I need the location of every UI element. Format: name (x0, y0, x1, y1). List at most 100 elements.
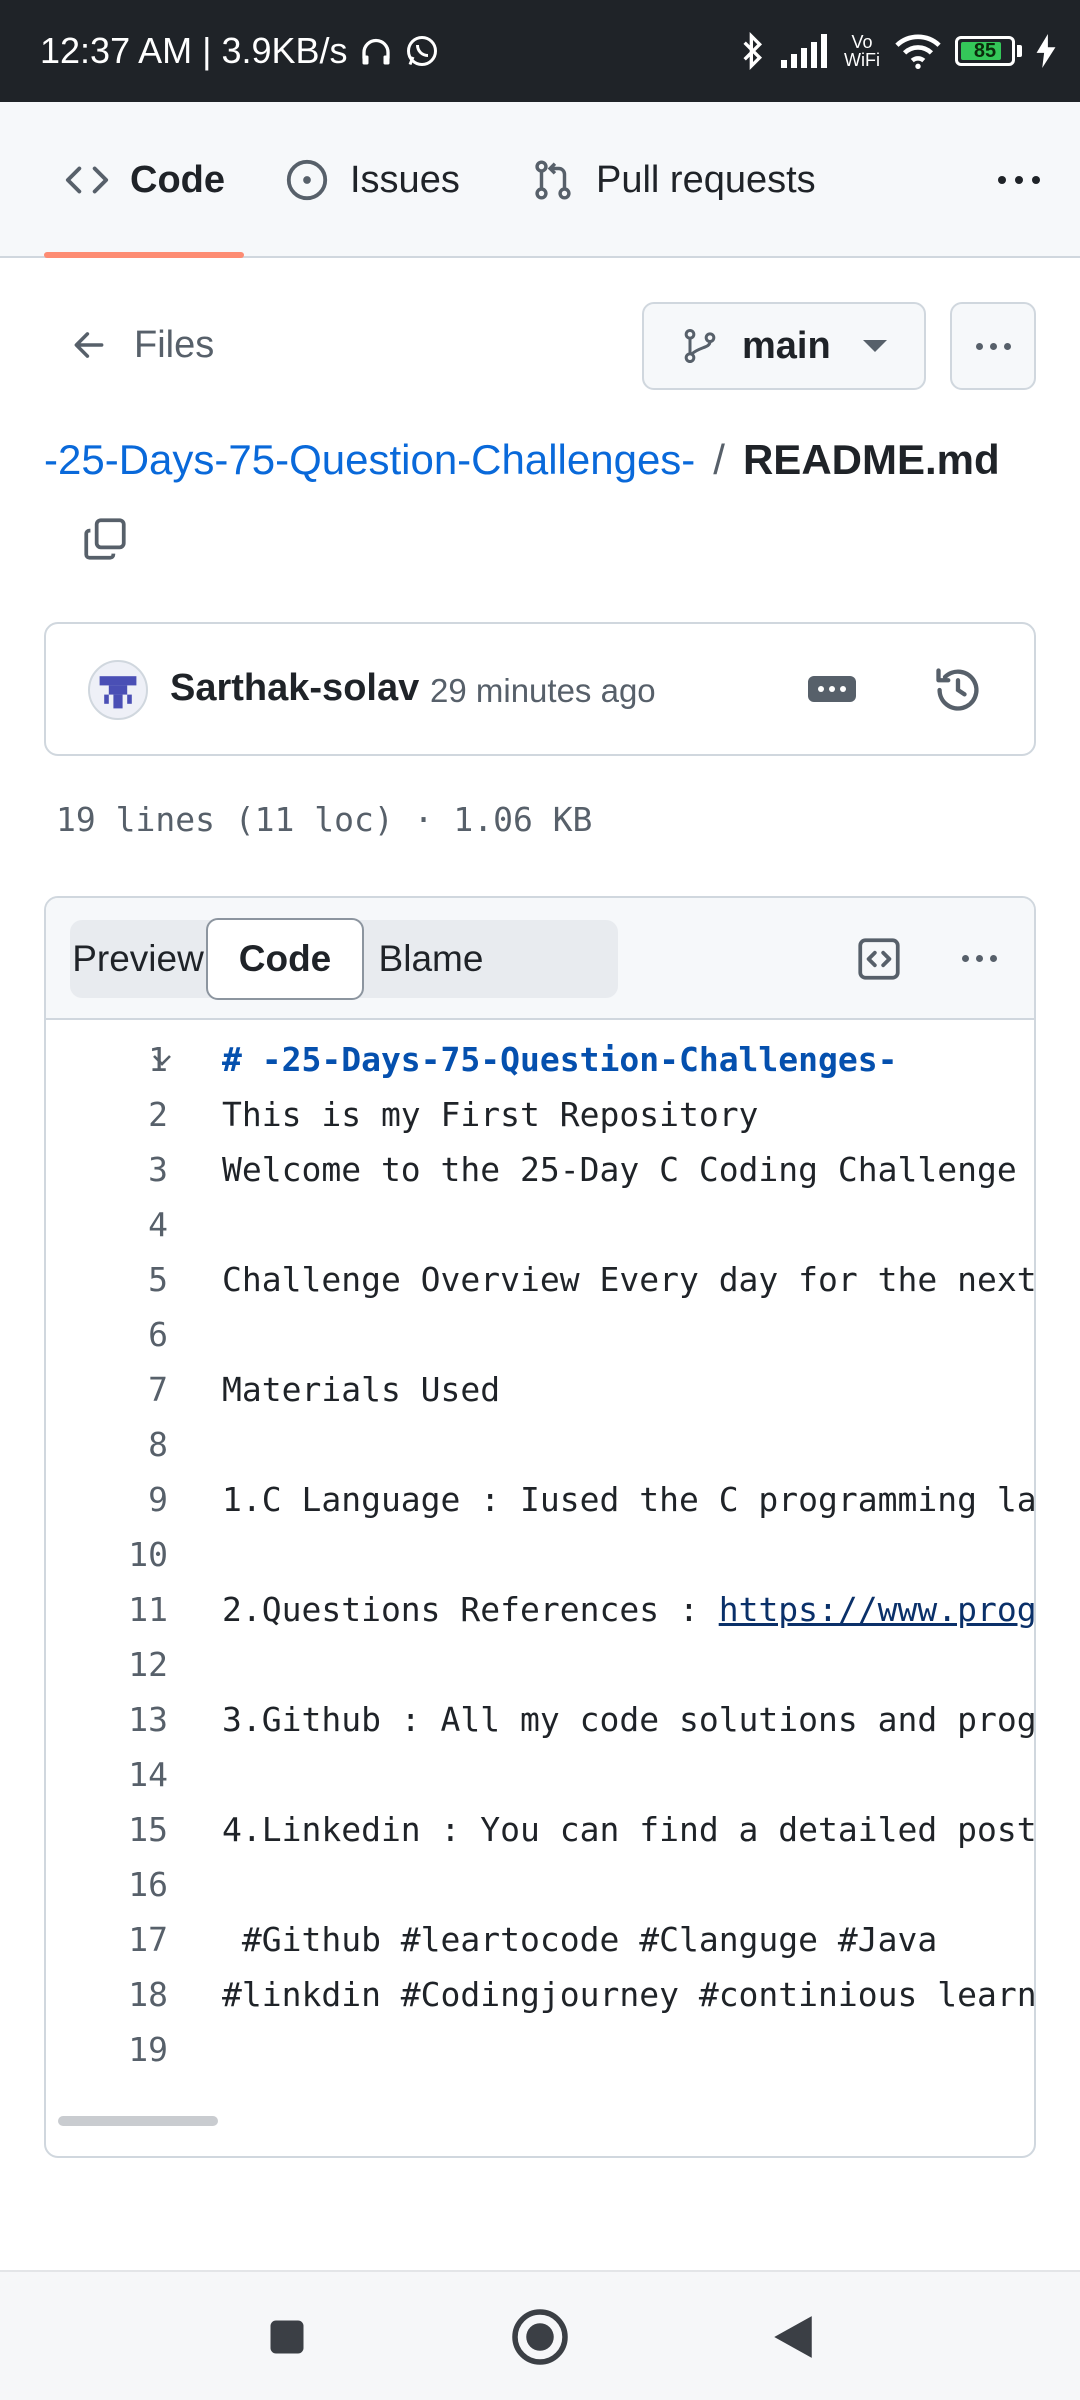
repo-tab-nav: Code Issues Pull requests (0, 102, 1080, 258)
back-button[interactable] (758, 2302, 828, 2372)
status-separator: | (202, 30, 212, 71)
files-label: Files (134, 323, 215, 366)
identicon-icon (99, 676, 137, 709)
tab-code[interactable]: Code (64, 102, 225, 258)
latest-commit-box: Sarthak-solav 29 minutes ago (44, 622, 1036, 756)
breadcrumb-file-name: README.md (742, 436, 1000, 483)
preview-mode-button[interactable]: Preview (70, 920, 206, 998)
triangle-back-icon (774, 2316, 812, 2358)
line-number[interactable]: 14 (88, 1747, 168, 1802)
code-line-prefix: 2.Questions References : (222, 1590, 719, 1629)
code-line: 18 #linkdin #Codingjourney #continious le… (46, 1967, 1036, 2022)
avatar[interactable] (88, 660, 148, 720)
breadcrumb-separator: / (713, 436, 725, 483)
code-icon (65, 166, 109, 194)
git-branch-icon (684, 329, 716, 364)
code-line-text: # -25-Days-75-Question-Challenges- (222, 1040, 898, 1079)
line-number[interactable]: 9 (88, 1472, 168, 1527)
line-number[interactable]: 11 (88, 1582, 168, 1637)
history-icon[interactable] (932, 664, 984, 716)
code-line: 12 (46, 1637, 1034, 1692)
pull-request-icon (535, 160, 571, 200)
code-line: 7 Materials Used (46, 1362, 1034, 1417)
code-line: 5 Challenge Overview Every day for the ne… (46, 1252, 1036, 1307)
square-icon (270, 2320, 304, 2354)
line-number[interactable]: 6 (88, 1307, 168, 1362)
code-line: 13 3.Github : All my code solutions and p… (46, 1692, 1036, 1747)
horizontal-scrollbar[interactable] (58, 2116, 218, 2126)
commit-message-toggle-button[interactable] (808, 676, 856, 702)
code-line-text: #Github #leartocode #Clanguge #Java (222, 1920, 938, 1959)
line-number[interactable]: 8 (88, 1417, 168, 1472)
code-mode-button[interactable]: Code (206, 918, 364, 1000)
code-line-text: This is my First Repository (222, 1095, 759, 1134)
line-number[interactable]: 18 (88, 1967, 168, 2022)
tab-issues[interactable]: Issues (284, 102, 460, 258)
kebab-dot (989, 342, 997, 350)
code-line-text: Challenge Overview Every day for the nex… (222, 1260, 1036, 1299)
signal-icon (781, 34, 827, 68)
line-number[interactable]: 5 (88, 1252, 168, 1307)
code-line-text: 2.Questions References : https://www.pro… (222, 1582, 1034, 1637)
raw-file-icon[interactable] (854, 934, 904, 984)
files-back-link[interactable]: Files (70, 300, 214, 390)
headphones-icon (361, 38, 390, 65)
code-line-text: 4.Linkedin : You can find a detailed pos… (222, 1810, 1036, 1849)
line-number[interactable]: 19 (88, 2022, 168, 2077)
whatsapp-icon (406, 36, 437, 66)
branch-name: main (742, 324, 831, 367)
kebab-dot (998, 176, 1006, 184)
line-number[interactable]: 12 (88, 1637, 168, 1692)
line-number[interactable]: 17 (88, 1912, 168, 1967)
code-line: 9 1.C Language : Iused the C programming … (46, 1472, 1036, 1527)
copy-path-icon[interactable] (80, 514, 130, 564)
code-line: 15 4.Linkedin : You can find a detailed p… (46, 1802, 1036, 1857)
status-time: 12:37 AM (40, 30, 193, 71)
code-line-text: 1.C Language : Iused the C programming l… (222, 1480, 1036, 1519)
line-number[interactable]: 16 (88, 1857, 168, 1912)
recents-button[interactable] (252, 2302, 322, 2372)
branch-selector-button[interactable]: main (642, 302, 926, 390)
line-number[interactable]: 13 (88, 1692, 168, 1747)
code-line-text: 3.Github : All my code solutions and pro… (222, 1700, 1036, 1739)
breadcrumb-repo-link[interactable]: -25-Days-75-Question-Challenges- (44, 436, 695, 484)
commit-author-link[interactable]: Sarthak-solav (170, 667, 419, 710)
line-number[interactable]: 4 (88, 1197, 168, 1252)
code-line: 14 (46, 1747, 1034, 1802)
code-url-link[interactable]: https://www.prog (719, 1590, 1034, 1629)
code-line: 6 (46, 1307, 1034, 1362)
status-bar: 12:37 AM | 3.9KB/s Vo WiFi 85 (0, 0, 1080, 102)
home-button[interactable] (505, 2302, 575, 2372)
kebab-dot (1003, 342, 1011, 350)
battery-level: 85 (973, 39, 997, 62)
line-number[interactable]: 10 (88, 1527, 168, 1582)
line-number[interactable]: 15 (88, 1802, 168, 1857)
tab-issues-label: Issues (350, 158, 460, 201)
file-viewer: Preview Code Blame 1 # -25-Days-75-Questi… (44, 896, 1036, 2158)
tab-code-label: Code (130, 158, 225, 201)
repo-nav-more-button[interactable] (998, 102, 1040, 258)
chevron-down-icon[interactable] (150, 1048, 174, 1072)
active-tab-underline (44, 252, 244, 258)
line-number[interactable]: 3 (88, 1142, 168, 1197)
line-number[interactable]: 7 (88, 1362, 168, 1417)
battery-tip (1017, 45, 1022, 57)
line-number[interactable]: 2 (88, 1087, 168, 1142)
ellipsis-dot (829, 686, 835, 692)
tab-pull-requests[interactable]: Pull requests (530, 102, 816, 258)
code-line: 2 This is my First Repository (46, 1087, 1034, 1142)
code-line: 17 #Github #leartocode #Clanguge #Java (46, 1912, 1034, 1967)
breadcrumb: -25-Days-75-Question-Challenges- / READM… (44, 436, 1000, 484)
kebab-dot (975, 954, 983, 962)
code-line: 1 # -25-Days-75-Question-Challenges- (46, 1032, 1034, 1087)
bluetooth-icon (743, 31, 763, 71)
kebab-dot (975, 342, 983, 350)
viewer-more-button[interactable] (954, 938, 1004, 978)
kebab-dot (961, 954, 969, 962)
vowifi-label: Vo WiFi (844, 32, 880, 70)
code-line-text: #linkdin #Codingjourney #continious lear… (222, 1975, 1036, 2014)
blame-mode-button[interactable]: Blame (366, 920, 496, 998)
ellipsis-dot (840, 686, 846, 692)
code-line: 4 (46, 1197, 1034, 1252)
file-actions-more-button[interactable] (950, 302, 1036, 390)
